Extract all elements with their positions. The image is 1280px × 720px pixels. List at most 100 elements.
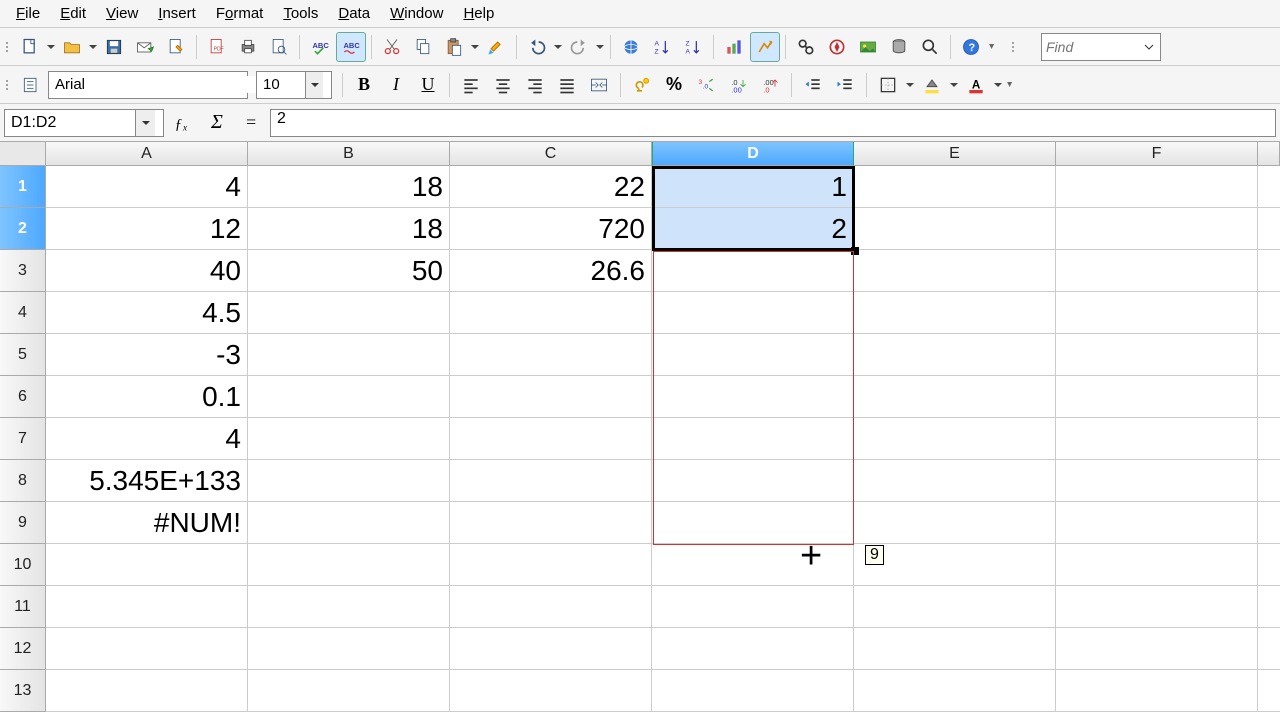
cell-B5[interactable] (248, 334, 450, 376)
redo-button[interactable] (564, 32, 594, 62)
cell-E4[interactable] (854, 292, 1056, 334)
cell-C6[interactable] (450, 376, 652, 418)
cell-E7[interactable] (854, 418, 1056, 460)
bg-color-dropdown[interactable] (949, 79, 959, 91)
cell-F13[interactable] (1056, 670, 1258, 712)
cell-A4[interactable]: 4.5 (46, 292, 248, 334)
cell-F10[interactable] (1056, 544, 1258, 586)
cell-E8[interactable] (854, 460, 1056, 502)
cell-A8[interactable]: 5.345E+133 (46, 460, 248, 502)
cell-A9[interactable]: #NUM! (46, 502, 248, 544)
align-center-button[interactable] (488, 70, 518, 100)
zoom-button[interactable] (915, 32, 945, 62)
font-color-button[interactable]: A (961, 70, 991, 100)
cell-C13[interactable] (450, 670, 652, 712)
column-header-E[interactable]: E (854, 142, 1056, 166)
underline-button[interactable]: U (413, 70, 443, 100)
row-header-13[interactable]: 13 (0, 670, 46, 712)
cell-E12[interactable] (854, 628, 1056, 670)
row-header-1[interactable]: 1 (0, 166, 46, 208)
add-decimal-button[interactable]: .0.00 (723, 70, 753, 100)
cell-A12[interactable] (46, 628, 248, 670)
cell-D5[interactable] (652, 334, 854, 376)
cell-F9[interactable] (1056, 502, 1258, 544)
cell-D1[interactable]: 1 (652, 166, 854, 208)
cell-B2[interactable]: 18 (248, 208, 450, 250)
show-draw-button[interactable] (750, 32, 780, 62)
undo-dropdown[interactable] (553, 41, 563, 53)
email-button[interactable] (130, 32, 160, 62)
spreadsheet-area[interactable]: ABCDEF14182212121872023405026.644.55-360… (0, 142, 1280, 720)
row-header-2[interactable]: 2 (0, 208, 46, 250)
column-header-D[interactable]: D (652, 142, 854, 166)
cell-F5[interactable] (1056, 334, 1258, 376)
menu-insert[interactable]: Insert (148, 1, 206, 26)
row-header-7[interactable]: 7 (0, 418, 46, 460)
cell-C9[interactable] (450, 502, 652, 544)
cell-A7[interactable]: 4 (46, 418, 248, 460)
bold-button[interactable]: B (349, 70, 379, 100)
cell-A5[interactable]: -3 (46, 334, 248, 376)
font-name-input[interactable] (49, 76, 260, 93)
datasources-button[interactable] (884, 32, 914, 62)
menu-format[interactable]: Format (206, 1, 274, 26)
cell-E3[interactable] (854, 250, 1056, 292)
currency-button[interactable] (627, 70, 657, 100)
menu-view[interactable]: View (96, 1, 148, 26)
cell-E9[interactable] (854, 502, 1056, 544)
cell-B3[interactable]: 50 (248, 250, 450, 292)
hyperlink-button[interactable] (616, 32, 646, 62)
cell-D13[interactable] (652, 670, 854, 712)
menu-file[interactable]: File (6, 1, 50, 26)
cell-A11[interactable] (46, 586, 248, 628)
cell-A13[interactable] (46, 670, 248, 712)
cell-B13[interactable] (248, 670, 450, 712)
cell-F7[interactable] (1056, 418, 1258, 460)
cell-B7[interactable] (248, 418, 450, 460)
cell-E11[interactable] (854, 586, 1056, 628)
cell-E5[interactable] (854, 334, 1056, 376)
column-header-F[interactable]: F (1056, 142, 1258, 166)
font-color-dropdown[interactable] (993, 79, 1003, 91)
cell-D7[interactable] (652, 418, 854, 460)
row-header-10[interactable]: 10 (0, 544, 46, 586)
cell-E1[interactable] (854, 166, 1056, 208)
cell-C2[interactable]: 720 (450, 208, 652, 250)
justify-button[interactable] (552, 70, 582, 100)
cell-D6[interactable] (652, 376, 854, 418)
borders-dropdown[interactable] (905, 79, 915, 91)
sum-button[interactable]: Σ (202, 109, 232, 137)
cell-F3[interactable] (1056, 250, 1258, 292)
cell-D8[interactable] (652, 460, 854, 502)
help-button[interactable]: ? (956, 32, 986, 62)
menu-edit[interactable]: Edit (50, 1, 96, 26)
font-size-combo[interactable] (256, 71, 332, 99)
cell-E13[interactable] (854, 670, 1056, 712)
fill-handle[interactable] (851, 247, 859, 255)
cell-C4[interactable] (450, 292, 652, 334)
cell-A6[interactable]: 0.1 (46, 376, 248, 418)
spellcheck-button[interactable]: ABC (305, 32, 335, 62)
find-toolbar-box[interactable] (1041, 33, 1161, 61)
row-header-6[interactable]: 6 (0, 376, 46, 418)
cell-D4[interactable] (652, 292, 854, 334)
row-header-12[interactable]: 12 (0, 628, 46, 670)
menu-tools[interactable]: Tools (273, 1, 328, 26)
cell-F2[interactable] (1056, 208, 1258, 250)
formula-input[interactable] (277, 110, 1269, 128)
cell-A2[interactable]: 12 (46, 208, 248, 250)
find-dropdown-icon[interactable] (1142, 40, 1156, 54)
cell-F8[interactable] (1056, 460, 1258, 502)
open-dropdown[interactable] (88, 41, 98, 53)
styles-button[interactable] (16, 70, 46, 100)
new-doc-dropdown[interactable] (46, 41, 56, 53)
cell-C7[interactable] (450, 418, 652, 460)
formula-input-box[interactable] (270, 109, 1276, 137)
name-box-input[interactable] (5, 114, 135, 132)
name-box-dropdown[interactable] (135, 110, 155, 136)
cell-D11[interactable] (652, 586, 854, 628)
cell-F11[interactable] (1056, 586, 1258, 628)
menu-data[interactable]: Data (328, 1, 380, 26)
cell-D9[interactable] (652, 502, 854, 544)
navigator-button[interactable] (822, 32, 852, 62)
